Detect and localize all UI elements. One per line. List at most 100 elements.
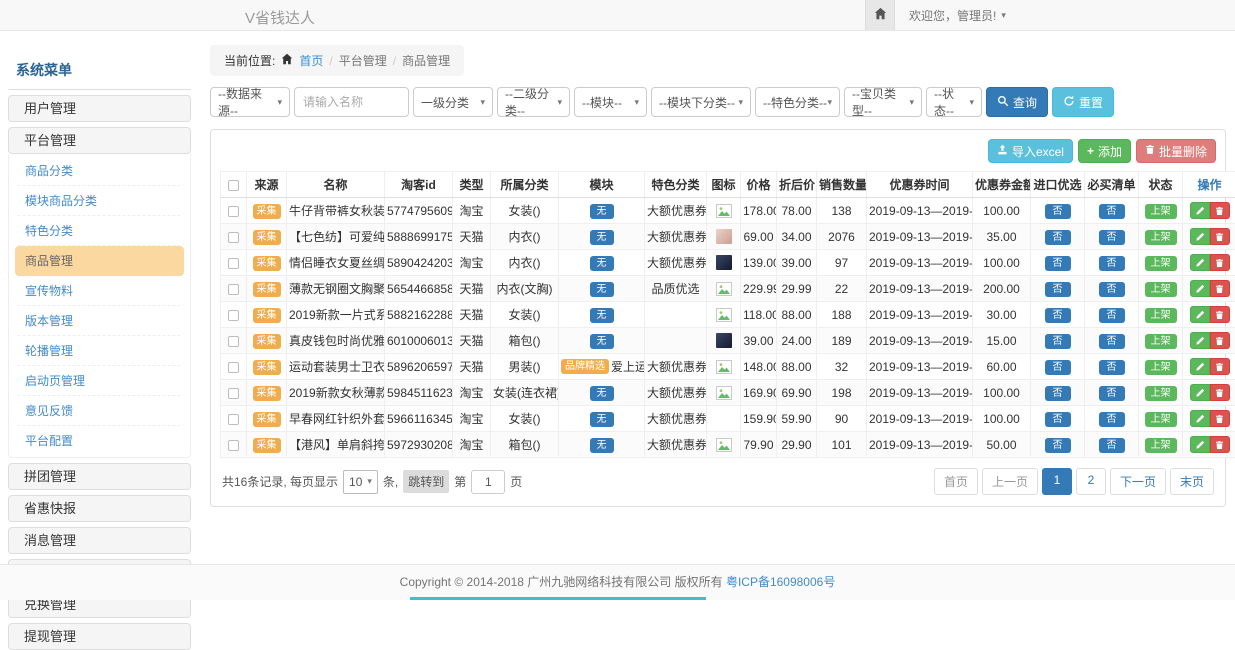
page-button-末页[interactable]: 末页 (1170, 468, 1214, 495)
import-select-badge[interactable]: 否 (1045, 204, 1071, 219)
filter-select-2[interactable]: --二级分类--▾ (497, 87, 570, 117)
page-number-input[interactable] (471, 470, 505, 494)
status-button[interactable]: 上架 (1145, 282, 1177, 297)
filter-select-5[interactable]: --特色分类--▾ (755, 87, 840, 117)
import-select-badge[interactable]: 否 (1045, 282, 1071, 297)
must-buy-badge[interactable]: 否 (1099, 204, 1125, 219)
sidebar-item-平台管理[interactable]: 平台管理 (8, 127, 191, 154)
sidebar-item-拼团管理[interactable]: 拼团管理 (8, 463, 191, 490)
sidebar-item-宣传物料[interactable]: 宣传物料 (15, 276, 184, 306)
module-none-badge[interactable]: 无 (590, 282, 614, 297)
filter-select-4[interactable]: --模块下分类--▾ (651, 87, 751, 117)
page-button-下一页[interactable]: 下一页 (1110, 468, 1166, 495)
page-button-上一页[interactable]: 上一页 (982, 468, 1038, 495)
must-buy-badge[interactable]: 否 (1099, 334, 1125, 349)
import-select-badge[interactable]: 否 (1045, 412, 1071, 427)
sidebar-item-意见反馈[interactable]: 意见反馈 (15, 396, 184, 426)
row-checkbox[interactable] (228, 232, 239, 243)
edit-button[interactable] (1190, 254, 1210, 271)
edit-button[interactable] (1190, 332, 1210, 349)
select-all-checkbox[interactable] (228, 180, 239, 191)
sidebar-item-省惠快报[interactable]: 省惠快报 (8, 495, 191, 522)
jump-to-button[interactable]: 跳转到 (403, 470, 449, 493)
delete-button[interactable] (1210, 332, 1230, 349)
must-buy-badge[interactable]: 否 (1099, 360, 1125, 375)
delete-button[interactable] (1210, 410, 1230, 427)
status-button[interactable]: 上架 (1145, 386, 1177, 401)
page-button-1[interactable]: 1 (1042, 468, 1072, 495)
import-select-badge[interactable]: 否 (1045, 334, 1071, 349)
must-buy-badge[interactable]: 否 (1099, 256, 1125, 271)
module-none-badge[interactable]: 无 (590, 256, 614, 271)
module-none-badge[interactable]: 无 (590, 204, 614, 219)
page-button-首页[interactable]: 首页 (934, 468, 978, 495)
row-checkbox[interactable] (228, 258, 239, 269)
status-button[interactable]: 上架 (1145, 334, 1177, 349)
delete-button[interactable] (1210, 306, 1230, 323)
delete-button[interactable] (1210, 436, 1230, 453)
row-checkbox[interactable] (228, 440, 239, 451)
module-none-badge[interactable]: 无 (590, 334, 614, 349)
filter-select-1[interactable]: 一级分类▾ (413, 87, 493, 117)
filter-select-3[interactable]: --模块--▾ (574, 87, 647, 117)
module-none-badge[interactable]: 无 (590, 308, 614, 323)
status-button[interactable]: 上架 (1145, 438, 1177, 453)
row-checkbox[interactable] (228, 284, 239, 295)
sidebar-item-启动页管理[interactable]: 启动页管理 (15, 366, 184, 396)
edit-button[interactable] (1190, 358, 1210, 375)
must-buy-badge[interactable]: 否 (1099, 386, 1125, 401)
row-checkbox[interactable] (228, 388, 239, 399)
delete-button[interactable] (1210, 280, 1230, 297)
user-menu[interactable]: 欢迎您，管理员! ▾ (909, 7, 1006, 24)
edit-button[interactable] (1190, 436, 1210, 453)
must-buy-badge[interactable]: 否 (1099, 412, 1125, 427)
search-button[interactable]: 查询 (986, 87, 1048, 117)
edit-button[interactable] (1190, 202, 1210, 219)
add-button[interactable]: + 添加 (1078, 139, 1131, 163)
must-buy-badge[interactable]: 否 (1099, 308, 1125, 323)
delete-button[interactable] (1210, 228, 1230, 245)
breadcrumb-home-link[interactable]: 首页 (299, 52, 323, 69)
status-button[interactable]: 上架 (1145, 360, 1177, 375)
import-select-badge[interactable]: 否 (1045, 230, 1071, 245)
import-select-badge[interactable]: 否 (1045, 360, 1071, 375)
sidebar-item-特色分类[interactable]: 特色分类 (15, 216, 184, 246)
status-button[interactable]: 上架 (1145, 412, 1177, 427)
status-button[interactable]: 上架 (1145, 204, 1177, 219)
sidebar-item-平台配置[interactable]: 平台配置 (15, 426, 184, 455)
import-select-badge[interactable]: 否 (1045, 386, 1071, 401)
module-none-badge[interactable]: 无 (590, 230, 614, 245)
status-button[interactable]: 上架 (1145, 256, 1177, 271)
filter-select-7[interactable]: --状态--▾ (926, 87, 982, 117)
reset-button[interactable]: 重置 (1052, 87, 1114, 117)
row-checkbox[interactable] (228, 362, 239, 373)
must-buy-badge[interactable]: 否 (1099, 438, 1125, 453)
module-none-badge[interactable]: 无 (590, 386, 614, 401)
delete-button[interactable] (1210, 254, 1230, 271)
filter-select-6[interactable]: --宝贝类型--▾ (844, 87, 922, 117)
sidebar-item-模块商品分类[interactable]: 模块商品分类 (15, 186, 184, 216)
edit-button[interactable] (1190, 306, 1210, 323)
import-excel-button[interactable]: 导入excel (988, 139, 1073, 163)
sidebar-item-商品分类[interactable]: 商品分类 (15, 156, 184, 186)
delete-button[interactable] (1210, 202, 1230, 219)
module-none-badge[interactable]: 无 (590, 438, 614, 453)
import-select-badge[interactable]: 否 (1045, 308, 1071, 323)
edit-button[interactable] (1190, 280, 1210, 297)
icp-link[interactable]: 粤ICP备16098006号 (726, 575, 835, 589)
delete-button[interactable] (1210, 384, 1230, 401)
import-select-badge[interactable]: 否 (1045, 256, 1071, 271)
edit-button[interactable] (1190, 228, 1210, 245)
page-button-2[interactable]: 2 (1076, 468, 1106, 495)
module-none-badge[interactable]: 无 (590, 412, 614, 427)
home-button[interactable] (865, 0, 895, 30)
batch-delete-button[interactable]: 批量删除 (1136, 139, 1216, 163)
per-page-select[interactable]: 10 ▾ (343, 470, 378, 494)
sidebar-item-轮播管理[interactable]: 轮播管理 (15, 336, 184, 366)
delete-button[interactable] (1210, 358, 1230, 375)
status-button[interactable]: 上架 (1145, 230, 1177, 245)
row-checkbox[interactable] (228, 414, 239, 425)
edit-button[interactable] (1190, 410, 1210, 427)
row-checkbox[interactable] (228, 206, 239, 217)
status-button[interactable]: 上架 (1145, 308, 1177, 323)
